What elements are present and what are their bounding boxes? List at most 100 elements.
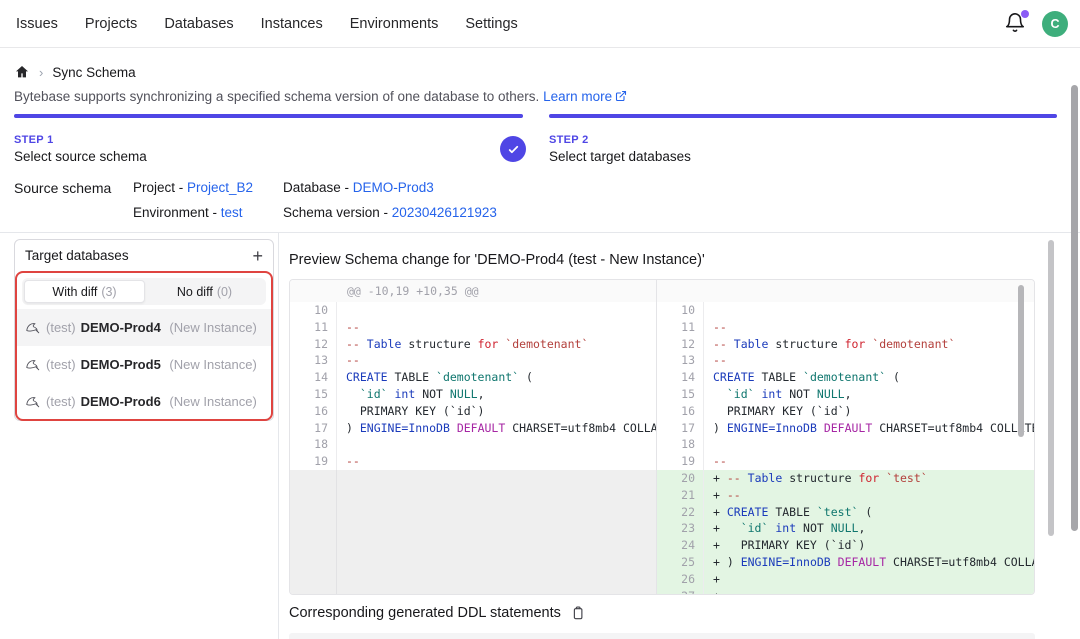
line-code: -- [337,352,656,369]
diff-line: 18 [290,436,656,453]
field-value-link[interactable]: 20230426121923 [392,205,497,220]
copy-icon[interactable] [570,605,585,621]
line-code: -- [704,319,1034,336]
line-number: 13 [657,352,704,369]
notifications-button[interactable] [1004,12,1028,36]
diff-line: 16 PRIMARY KEY (`id`) [657,403,1034,420]
top-nav: Issues Projects Databases Instances Environm… [0,0,1080,48]
line-number: 15 [657,386,704,403]
source-field: Database - DEMO-Prod3 [283,180,497,195]
db-environment: (test) [46,320,76,335]
schema-diff-viewer: @@ -10,19 +10,35 @@ 1011--12-- Table str… [289,279,1035,595]
line-code: -- [704,453,1034,470]
line-number: 18 [290,436,337,453]
nav-item-issues[interactable]: Issues [16,16,58,32]
diff-hunk-header-right [657,280,1034,302]
nav-item-projects[interactable]: Projects [85,16,137,32]
step1-progress-bar [14,114,523,118]
line-number: 23 [657,520,704,537]
tab-with-diff[interactable]: With diff(3) [24,280,145,303]
diff-source-lines: 1011--12-- Table structure for `demotena… [290,302,656,470]
database-item-demo-prod4[interactable]: (test) DEMO-Prod4 (New Instance) [17,309,271,346]
breadcrumb: › Sync Schema [14,64,136,80]
diff-line: 13-- [657,352,1034,369]
content-scrollbar[interactable] [1048,240,1054,536]
line-code: -- [704,352,1034,369]
db-name: DEMO-Prod5 [81,357,161,372]
diff-line: 10 [657,302,1034,319]
db-environment: (test) [46,394,76,409]
line-code: -- [337,453,656,470]
learn-more-link[interactable]: Learn more [543,89,612,104]
line-code: + `id` int NOT NULL, [704,520,1034,537]
line-number: 14 [290,369,337,386]
diff-line: 26+ [657,571,1034,588]
home-icon[interactable] [14,64,30,80]
line-code: -- Table structure for `demotenant` [704,336,1034,353]
step2-progress-bar [549,114,1057,118]
line-number: 10 [290,302,337,319]
field-value-link[interactable]: DEMO-Prod3 [353,180,434,195]
step1-completed-check [500,136,526,162]
line-number: 22 [657,504,704,521]
line-number: 21 [657,487,704,504]
field-label: Schema version - [283,205,392,220]
line-number: 25 [657,554,704,571]
diff-target-lines: 1011--12-- Table structure for `demotena… [657,302,1034,594]
intro-sentence: Bytebase supports synchronizing a specif… [14,89,539,104]
tab-label: No diff [177,285,213,299]
section-divider [0,232,1080,233]
line-number: 16 [657,403,704,420]
source-field: Schema version - 20230426121923 [283,205,497,220]
step1-title: Select source schema [14,149,147,164]
target-database-list: (test) DEMO-Prod4 (New Instance)(test) D… [17,309,271,420]
diff-pane-source: @@ -10,19 +10,35 @@ 1011--12-- Table str… [290,280,657,594]
line-code: PRIMARY KEY (`id`) [704,403,1034,420]
preview-title: Preview Schema change for 'DEMO-Prod4 (t… [289,252,705,268]
mysql-icon [26,395,41,408]
line-number: 10 [657,302,704,319]
page-scrollbar[interactable] [1071,85,1078,531]
diff-line: 13-- [290,352,656,369]
line-code: + -- [704,487,1034,504]
database-item-demo-prod5[interactable]: (test) DEMO-Prod5 (New Instance) [17,346,271,383]
diff-line: 20+ -- Table structure for `test` [657,470,1034,487]
line-number: 14 [657,369,704,386]
line-code: + PRIMARY KEY (`id`) [704,537,1034,554]
nav-item-settings[interactable]: Settings [465,16,517,32]
diff-line: 10 [290,302,656,319]
diff-line: 17) ENGINE=InnoDB DEFAULT CHARSET=utf8mb… [290,420,656,437]
database-item-demo-prod6[interactable]: (test) DEMO-Prod6 (New Instance) [17,383,271,420]
breadcrumb-page: Sync Schema [52,65,135,80]
line-code: -- Table structure for `demotenant` [337,336,656,353]
diff-line: 27+ -- [657,588,1034,594]
diff-line: 17) ENGINE=InnoDB DEFAULT CHARSET=utf8mb… [657,420,1034,437]
field-value-link[interactable]: Project_B2 [187,180,253,195]
step1-label: STEP 1 [14,134,54,146]
diff-line: 14CREATE TABLE `demotenant` ( [290,369,656,386]
line-code: + ) ENGINE=InnoDB DEFAULT CHARSET=utf8mb… [704,554,1034,571]
line-code: CREATE TABLE `demotenant` ( [704,369,1034,386]
db-name: DEMO-Prod4 [81,320,161,335]
nav-item-databases[interactable]: Databases [164,16,233,32]
add-target-database-button[interactable]: + [252,247,263,265]
diff-line: 19-- [657,453,1034,470]
field-value-link[interactable]: test [221,205,243,220]
diff-pane-scrollbar[interactable] [1018,285,1024,437]
check-icon [507,143,520,156]
nav-item-instances[interactable]: Instances [261,16,323,32]
nav-items: Issues Projects Databases Instances Environm… [0,16,518,32]
mysql-icon [26,358,41,371]
diff-line: 19-- [290,453,656,470]
line-number: 24 [657,537,704,554]
avatar[interactable]: C [1042,11,1068,37]
line-code: PRIMARY KEY (`id`) [337,403,656,420]
diff-hunk-header: @@ -10,19 +10,35 @@ [290,280,656,302]
line-number: 19 [290,453,337,470]
db-suffix: (New Instance) [166,394,257,409]
tab-no-diff[interactable]: No diff(0) [145,280,264,303]
line-code: + -- Table structure for `test` [704,470,1034,487]
line-number: 15 [290,386,337,403]
nav-item-environments[interactable]: Environments [350,16,439,32]
diff-line: 18 [657,436,1034,453]
